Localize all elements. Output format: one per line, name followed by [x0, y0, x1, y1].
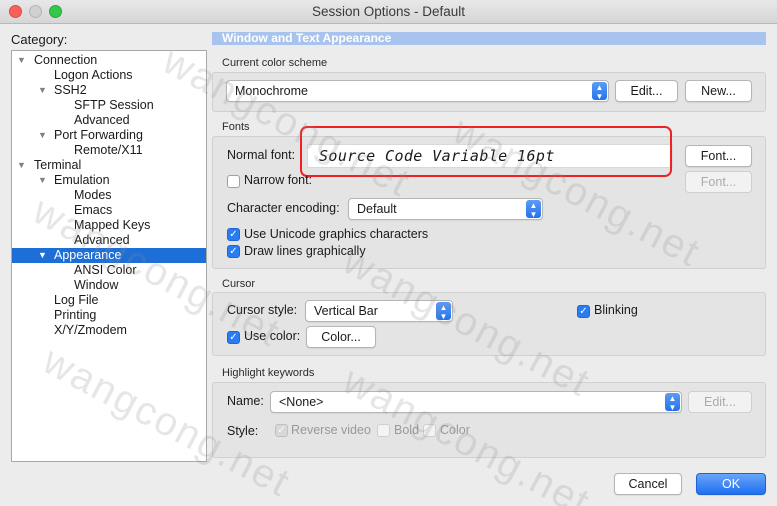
narrow-font-checkbox[interactable] [227, 175, 240, 188]
tree-item-label: Terminal [34, 158, 82, 172]
disclosure-triangle-icon[interactable]: ▼ [38, 248, 47, 263]
fonts-group-label: Fonts [222, 121, 250, 133]
chevron-up-down-icon: ▲ ▼ [665, 393, 680, 412]
tree-item-label: Log File [54, 293, 99, 307]
color-scheme-value: Monochrome [235, 84, 308, 98]
disclosure-triangle-icon[interactable]: ▼ [38, 83, 47, 98]
keyword-name-label: Name: [227, 394, 264, 408]
window-title: Session Options - Default [311, 4, 466, 19]
tree-item[interactable]: Mapped Keys [12, 218, 206, 233]
chevron-up-down-icon: ▲ ▼ [526, 200, 541, 219]
color-label: Color [440, 423, 470, 437]
tree-item-label: Remote/X11 [74, 143, 143, 157]
tree-item[interactable]: Advanced [12, 233, 206, 248]
tree-item[interactable]: Window [12, 278, 206, 293]
unicode-graphics-checkbox[interactable]: ✓ [227, 228, 240, 241]
character-encoding-value: Default [357, 202, 397, 216]
tree-item-label: Advanced [74, 233, 130, 247]
draw-lines-label: Draw lines graphically [244, 244, 366, 258]
tree-item-label: Advanced [74, 113, 130, 127]
highlight-keywords-group-label: Highlight keywords [222, 367, 315, 379]
tree-item-label: ANSI Color [74, 263, 137, 277]
tree-item[interactable]: Advanced [12, 113, 206, 128]
tree-item-label: SFTP Session [74, 98, 154, 112]
tree-item-label: Printing [54, 308, 97, 322]
tree-item-label: Emacs [74, 203, 113, 217]
normal-font-button[interactable]: Font... [685, 145, 752, 167]
category-label: Category: [11, 32, 68, 47]
blinking-checkbox[interactable]: ✓ [577, 305, 590, 318]
blinking-label: Blinking [594, 303, 638, 317]
unicode-graphics-label: Use Unicode graphics characters [244, 227, 429, 241]
color-scheme-select[interactable]: Monochrome ▲ ▼ [226, 80, 609, 102]
disclosure-triangle-icon[interactable]: ▼ [38, 128, 47, 143]
tree-item-label: Window [74, 278, 119, 292]
cursor-style-value: Vertical Bar [314, 304, 378, 318]
keyword-style-label: Style: [227, 424, 259, 438]
reverse-video-checkbox[interactable]: ✓ [275, 424, 288, 437]
reverse-video-label: Reverse video [291, 423, 371, 437]
tree-item[interactable]: ▼ Appearance [12, 248, 206, 263]
chevron-up-down-icon: ▲ ▼ [436, 302, 451, 321]
section-header: Window and Text Appearance [212, 32, 766, 45]
new-color-scheme-button[interactable]: New... [685, 80, 752, 102]
cursor-group [212, 292, 766, 356]
tree-item[interactable]: X/Y/Zmodem [12, 323, 206, 338]
bold-label: Bold [394, 423, 420, 437]
tree-item-label: Logon Actions [54, 68, 133, 82]
disclosure-triangle-icon[interactable]: ▼ [17, 158, 26, 173]
tree-item[interactable]: SFTP Session [12, 98, 206, 113]
normal-font-label: Normal font: [227, 148, 296, 162]
tree-item-label: Mapped Keys [74, 218, 151, 232]
draw-lines-checkbox[interactable]: ✓ [227, 245, 240, 258]
color-scheme-group-label: Current color scheme [222, 57, 328, 69]
keyword-name-select[interactable]: <None> ▲ ▼ [270, 391, 682, 413]
character-encoding-label: Character encoding: [227, 201, 340, 215]
keyword-name-value: <None> [279, 395, 324, 409]
ok-button[interactable]: OK [696, 473, 766, 495]
character-encoding-select[interactable]: Default ▲ ▼ [348, 198, 543, 220]
cursor-style-select[interactable]: Vertical Bar ▲ ▼ [305, 300, 453, 322]
tree-item[interactable]: ▼ Terminal [12, 158, 206, 173]
color-checkbox[interactable] [423, 424, 436, 437]
category-tree[interactable]: ▼ Connection Logon Actions ▼ SSH2 SFTP Sessio… [11, 50, 207, 462]
edit-color-scheme-button[interactable]: Edit... [615, 80, 678, 102]
tree-item[interactable]: Modes [12, 188, 206, 203]
tree-item[interactable]: Logon Actions [12, 68, 206, 83]
cursor-style-label: Cursor style: [227, 303, 298, 317]
disclosure-triangle-icon[interactable]: ▼ [38, 173, 47, 188]
tree-item[interactable]: Remote/X11 [12, 143, 206, 158]
tree-item[interactable]: Emacs [12, 203, 206, 218]
use-color-label: Use color: [244, 329, 301, 343]
cursor-group-label: Cursor [222, 278, 256, 290]
tree-item[interactable]: ANSI Color [12, 263, 206, 278]
tree-item-label: X/Y/Zmodem [54, 323, 127, 337]
annotation-highlight-box [300, 126, 672, 177]
bold-checkbox[interactable] [377, 424, 390, 437]
narrow-font-label: Narrow font: [244, 173, 313, 187]
use-color-checkbox[interactable]: ✓ [227, 331, 240, 344]
tree-item-label: Port Forwarding [54, 128, 143, 142]
tree-item[interactable]: ▼ Connection [12, 53, 206, 68]
edit-keywords-button[interactable]: Edit... [688, 391, 752, 413]
title-bar: Session Options - Default [0, 0, 777, 24]
tree-item-label: Connection [34, 53, 98, 67]
tree-item-label: Modes [74, 188, 112, 202]
tree-item[interactable]: ▼ Emulation [12, 173, 206, 188]
narrow-font-button[interactable]: Font... [685, 171, 752, 193]
tree-item[interactable]: Log File [12, 293, 206, 308]
tree-item[interactable]: Printing [12, 308, 206, 323]
chevron-up-down-icon: ▲ ▼ [592, 82, 607, 101]
cancel-button[interactable]: Cancel [614, 473, 682, 495]
tree-item-label: Appearance [54, 248, 122, 262]
tree-item-label: Emulation [54, 173, 110, 187]
tree-item-label: SSH2 [54, 83, 87, 97]
disclosure-triangle-icon[interactable]: ▼ [17, 53, 26, 68]
tree-item[interactable]: ▼ Port Forwarding [12, 128, 206, 143]
tree-item[interactable]: ▼ SSH2 [12, 83, 206, 98]
cursor-color-button[interactable]: Color... [306, 326, 376, 348]
